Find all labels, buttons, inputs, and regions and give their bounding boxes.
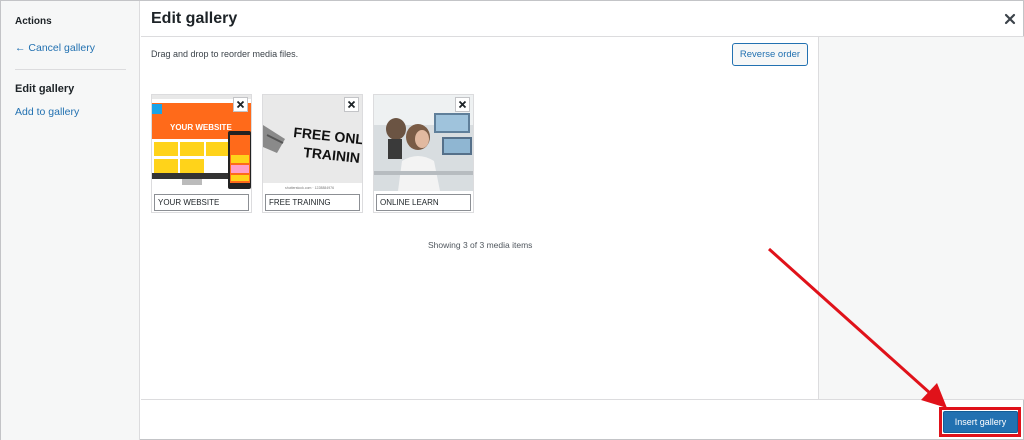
gallery-settings-pane xyxy=(818,37,1024,399)
thumbnail-text-your-website: YOUR WEBSITE xyxy=(170,123,232,132)
remove-item-icon[interactable] xyxy=(344,97,359,112)
drag-instructions: Drag and drop to reorder media files. xyxy=(151,49,299,59)
remove-item-icon[interactable] xyxy=(233,97,248,112)
close-icon[interactable] xyxy=(1000,9,1020,29)
remove-item-icon[interactable] xyxy=(455,97,470,112)
cancel-gallery-link[interactable]: ← Cancel gallery xyxy=(15,42,95,54)
gallery-item[interactable]: YOUR WEBSITE YOUR WEBSITE xyxy=(151,94,252,213)
sidebar-item-edit-gallery[interactable]: Edit gallery xyxy=(15,83,74,95)
footer-divider xyxy=(141,399,1024,400)
item-count: Showing 3 of 3 media items xyxy=(428,240,533,250)
gallery-item[interactable]: ONLINE LEARN xyxy=(373,94,474,213)
caption-input[interactable]: FREE TRAINING xyxy=(265,194,360,211)
actions-heading: Actions xyxy=(15,16,52,27)
media-modal: Actions ← Cancel gallery Edit gallery Ad… xyxy=(0,0,1024,440)
modal-title: Edit gallery xyxy=(151,10,238,27)
insert-gallery-button[interactable]: Insert gallery xyxy=(943,411,1018,433)
media-sidebar: Actions ← Cancel gallery Edit gallery Ad… xyxy=(1,1,140,440)
sidebar-divider xyxy=(15,69,126,70)
reverse-order-button[interactable]: Reverse order xyxy=(732,43,808,66)
caption-input[interactable]: YOUR WEBSITE xyxy=(154,194,249,211)
gallery-item[interactable]: FREE ONLIN TRAININ shutterstock.com · 12… xyxy=(262,94,363,213)
sidebar-item-add-to-gallery[interactable]: Add to gallery xyxy=(15,106,79,118)
caption-input[interactable]: ONLINE LEARN xyxy=(376,194,471,211)
thumbnail-credit: shutterstock.com · 1228884976 xyxy=(285,186,334,190)
